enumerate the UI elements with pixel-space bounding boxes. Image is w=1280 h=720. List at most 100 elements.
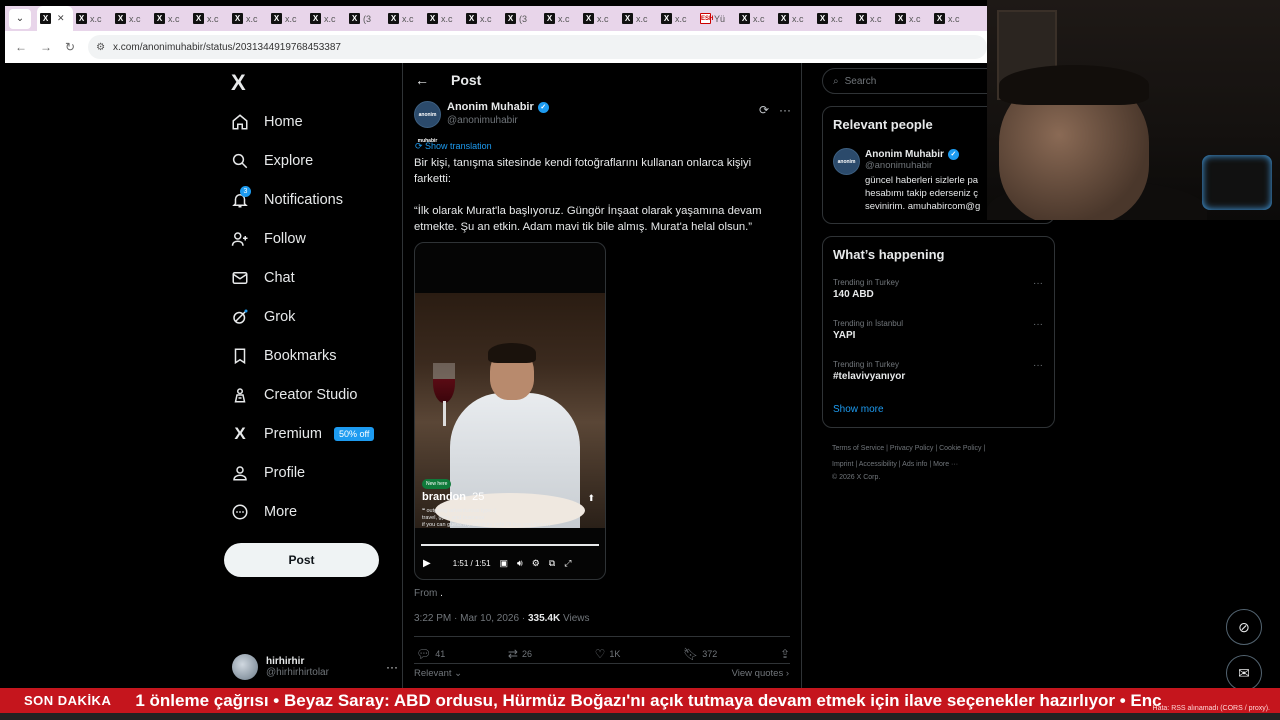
more-dots-icon[interactable]: ··· <box>779 103 791 117</box>
browser-tab[interactable]: Xx.c <box>307 8 346 30</box>
grok-float-button[interactable]: ⊘ <box>1226 609 1262 645</box>
browser-tab[interactable]: Xx.c <box>463 8 502 30</box>
repost-button[interactable]: ⇄ 26 <box>508 647 532 661</box>
reply-button[interactable]: 💬︎ 41 <box>416 647 445 661</box>
share-button[interactable]: ⇪ <box>780 647 790 661</box>
nav-follow[interactable]: Follow <box>230 229 306 249</box>
browser-tab[interactable]: Xx.c <box>385 8 424 30</box>
browser-tab[interactable]: Xx.c <box>619 8 658 30</box>
grok-explain-icon[interactable]: ⟳ <box>759 103 769 117</box>
browser-tab[interactable]: Xx.c <box>73 8 112 30</box>
post-paragraph: Bir kişi, tanışma sitesinde kendi fotoğr… <box>414 157 752 185</box>
browser-tab-bar: ⌄ X ✕ Xx.c Xx.c Xx.c Xx.c Xx.c Xx.c Xx.c X (3 Xx.c X… <box>5 6 987 31</box>
x-icon: X <box>466 13 477 24</box>
browser-tab[interactable]: Xx.c <box>541 8 580 30</box>
more-dots-icon[interactable]: ··· <box>1033 278 1043 289</box>
back-arrow-icon[interactable]: ← <box>15 40 27 54</box>
post-author[interactable]: anonim muhabir Anonim Muhabir ✓ @anonimu… <box>414 101 549 144</box>
close-tab-icon[interactable]: ✕ <box>57 13 65 24</box>
reload-icon[interactable]: ↻ <box>65 40 75 54</box>
video-progress-bar[interactable] <box>421 544 599 546</box>
settings-icon[interactable]: ⚙ <box>532 558 540 569</box>
repost-icon: ⇄ <box>507 647 518 661</box>
fullscreen-icon[interactable]: ⤢ <box>564 558 571 569</box>
captions-icon[interactable]: ▣ <box>500 558 509 569</box>
nav-notifications[interactable]: 3 Notifications <box>230 186 343 210</box>
browser-tab[interactable]: Xx.c <box>580 8 619 30</box>
reply-sort-dropdown[interactable]: Relevant ⌄ <box>414 668 462 679</box>
account-switcher[interactable]: hirhirhir @hirhirhirtolar ··· <box>232 654 398 680</box>
more-dots-icon[interactable]: ··· <box>1033 360 1043 371</box>
pip-icon[interactable]: ⧉ <box>549 558 555 569</box>
video-player[interactable]: New here brandon 25 ⬆ ❝ outgoing adventu… <box>414 242 606 580</box>
nav-premium[interactable]: X Premium 50% off <box>230 424 375 444</box>
person-handle: @anonimuhabir <box>865 160 933 171</box>
show-translation-link[interactable]: ⟳ Show translation <box>415 141 492 152</box>
trend-category: Trending in Turkey <box>833 278 899 287</box>
post-timestamp[interactable]: 3:22 PM · Mar 10, 2026 · <box>414 613 528 624</box>
browser-tab[interactable]: X (3 <box>502 8 541 30</box>
browser-tab[interactable]: Xx.c <box>775 8 814 30</box>
browser-tab[interactable]: Xx.c <box>853 8 892 30</box>
trend-item[interactable]: Trending in Turkey 140 ABD ··· <box>833 278 1043 300</box>
browser-tab[interactable]: ESH Yü <box>697 8 736 30</box>
browser-tab[interactable]: Xx.c <box>736 8 775 30</box>
browser-tab[interactable]: Xx.c <box>892 8 931 30</box>
browser-tab[interactable]: Xx.c <box>658 8 697 30</box>
footer-links: Terms of Service | Privacy Policy | Cook… <box>832 441 1052 483</box>
tab-label: x.c <box>753 13 765 24</box>
tab-label: x.c <box>909 13 921 24</box>
more-dots-icon[interactable]: ··· <box>1033 319 1043 330</box>
show-more-link[interactable]: Show more <box>833 404 884 415</box>
browser-tab[interactable]: Xx.c <box>151 8 190 30</box>
back-arrow-icon[interactable]: ← <box>415 72 429 88</box>
browser-tab[interactable]: Xx.c <box>112 8 151 30</box>
browser-tab[interactable]: Xx.c <box>814 8 853 30</box>
trend-category: Trending in Turkey <box>833 360 899 369</box>
browser-tab[interactable]: Xx.c <box>190 8 229 30</box>
site-settings-icon[interactable]: ⚙ <box>96 42 105 53</box>
like-button[interactable]: ♡ 1K <box>595 647 621 661</box>
url-field[interactable]: ⚙ x.com/anonimuhabir/status/203134491976… <box>88 35 987 59</box>
footer-line[interactable]: Imprint | Accessibility | Ads info | Mor… <box>832 457 1052 473</box>
post-button[interactable]: Post <box>224 543 379 577</box>
messages-float-button[interactable]: ✉ <box>1226 655 1262 691</box>
browser-tab[interactable]: Xx.c <box>268 8 307 30</box>
trend-item[interactable]: Trending in İstanbul YAPI ··· <box>833 319 1043 341</box>
volume-icon[interactable]: 🔊︎ <box>517 558 523 569</box>
x-logo-icon[interactable]: X <box>231 70 246 96</box>
browser-tab[interactable]: X ✕ <box>37 6 73 31</box>
browser-tab[interactable]: Xx.c <box>424 8 463 30</box>
nav-more[interactable]: More <box>230 502 297 522</box>
nav-home[interactable]: Home <box>230 112 303 132</box>
author-name[interactable]: Anonim Muhabir ✓ <box>447 101 549 113</box>
footer-line[interactable]: Terms of Service | Privacy Policy | Cook… <box>832 441 1052 457</box>
search-icon <box>230 151 250 171</box>
browser-tab[interactable]: Xx.c <box>229 8 268 30</box>
trend-item[interactable]: Trending in Turkey #telavivyanıyor ··· <box>833 360 1043 382</box>
browser-tab[interactable]: Xx.c <box>931 8 970 30</box>
x-icon: X <box>154 13 165 24</box>
author-handle[interactable]: @anonimuhabir <box>447 115 549 126</box>
nav-grok[interactable]: Grok <box>230 307 295 327</box>
relevant-person[interactable]: Anonim Muhabir ✓ @anonimuhabir güncel hab… <box>865 149 987 213</box>
nav-bookmarks[interactable]: Bookmarks <box>230 346 337 366</box>
browser-address-bar: ← → ↻ ⚙ x.com/anonimuhabir/status/203134… <box>5 31 987 63</box>
view-quotes-link[interactable]: View quotes › <box>732 668 789 679</box>
browser-tab[interactable]: X (3 <box>346 8 385 30</box>
trend-name: #telavivyanıyor <box>833 371 906 382</box>
avatar[interactable]: anonim muhabir <box>414 101 441 144</box>
tab-label: x.c <box>948 13 960 24</box>
play-icon[interactable]: ▶ <box>423 558 431 569</box>
bookmark-icon: 🔖︎ <box>683 647 699 661</box>
avatar[interactable]: anonim <box>833 148 860 175</box>
nav-explore[interactable]: Explore <box>230 151 313 171</box>
more-dots-icon[interactable]: ··· <box>386 660 398 674</box>
bookmark-button[interactable]: 🔖︎ 372 <box>683 647 717 661</box>
tab-list-dropdown-icon[interactable]: ⌄ <box>9 8 31 29</box>
nav-creator-studio[interactable]: Creator Studio <box>230 385 358 405</box>
forward-arrow-icon[interactable]: → <box>40 40 52 54</box>
nav-chat[interactable]: Chat <box>230 268 295 288</box>
nav-profile[interactable]: Profile <box>230 463 305 483</box>
wine-glass-image <box>433 363 455 403</box>
